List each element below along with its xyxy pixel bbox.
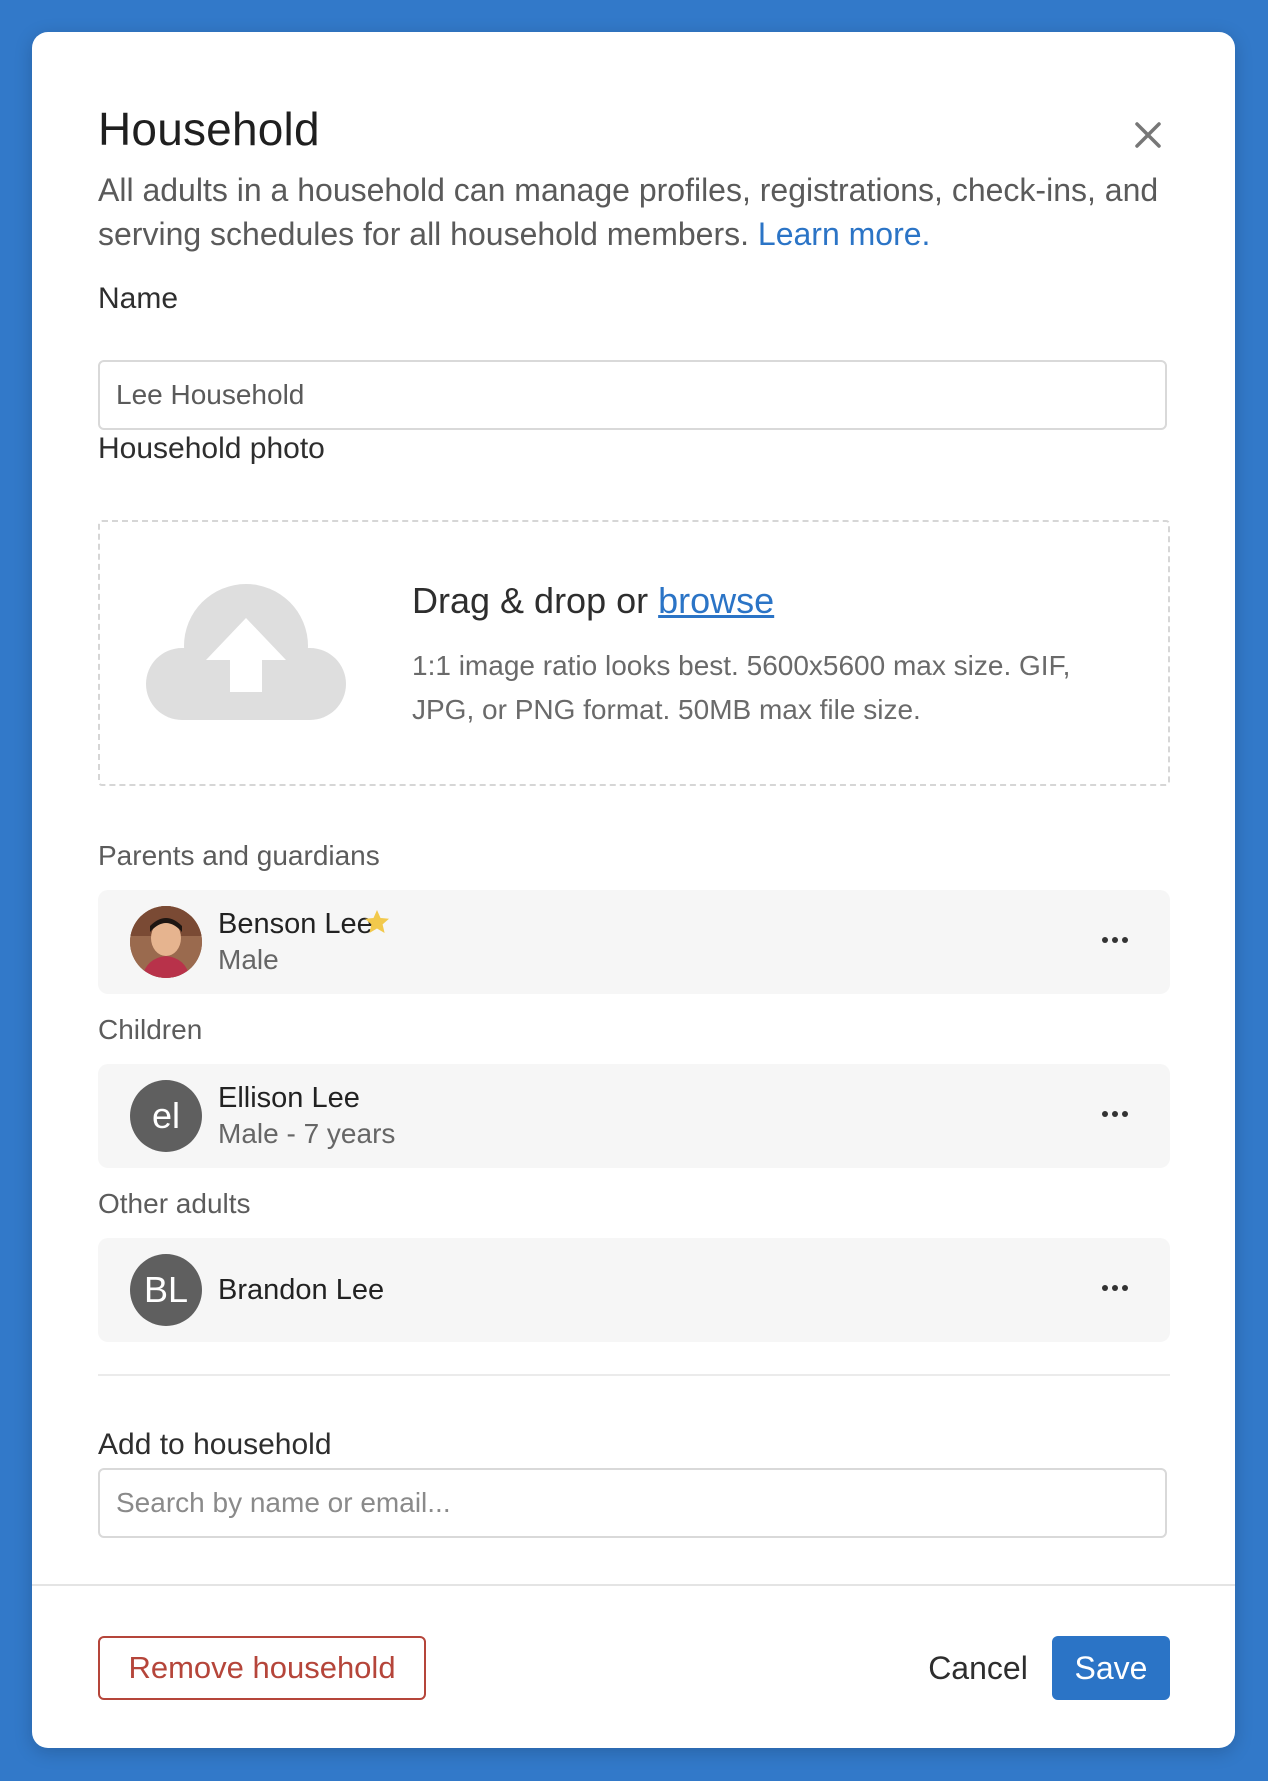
member-name: Brandon Lee (218, 1274, 385, 1306)
member-details: Male (218, 944, 279, 975)
children-label: Children (98, 1014, 203, 1045)
more-options-icon[interactable] (1100, 928, 1130, 952)
section-divider (98, 1374, 1170, 1376)
modal-description: All adults in a household can manage pro… (98, 168, 1178, 256)
close-icon[interactable] (1131, 118, 1165, 152)
photo-label: Household photo (98, 432, 325, 465)
member-row[interactable]: BL Brandon Lee (98, 1238, 1170, 1342)
household-modal: Household All adults in a household can … (32, 32, 1235, 1748)
name-label: Name (98, 282, 179, 315)
name-input[interactable] (98, 360, 1167, 430)
modal-title: Household (98, 103, 320, 155)
member-row[interactable]: Benson Lee Male (98, 890, 1170, 994)
avatar (130, 906, 202, 978)
add-to-household-label: Add to household (98, 1428, 332, 1461)
avatar: el (130, 1080, 202, 1152)
household-search-input[interactable] (98, 1468, 1167, 1538)
photo-dropzone[interactable]: Drag & drop or browse 1:1 image ratio lo… (98, 520, 1170, 786)
avatar: BL (130, 1254, 202, 1326)
more-options-icon[interactable] (1100, 1276, 1130, 1300)
member-name: Benson Lee (218, 908, 373, 940)
description-text: All adults in a household can manage pro… (98, 172, 1159, 252)
dropzone-title: Drag & drop or browse (412, 580, 774, 622)
remove-household-button[interactable]: Remove household (98, 1636, 426, 1700)
star-icon (365, 910, 389, 933)
learn-more-link[interactable]: Learn more. (758, 216, 931, 252)
drag-drop-text: Drag & drop or (412, 580, 649, 621)
member-row[interactable]: el Ellison Lee Male - 7 years (98, 1064, 1170, 1168)
save-button[interactable]: Save (1052, 1636, 1170, 1700)
member-details: Male - 7 years (218, 1118, 396, 1149)
upload-cloud-icon (146, 584, 346, 720)
other-adults-label: Other adults (98, 1188, 251, 1219)
member-name: Ellison Lee (218, 1082, 360, 1114)
footer-divider (32, 1584, 1235, 1586)
cancel-button[interactable]: Cancel (908, 1636, 1048, 1700)
more-options-icon[interactable] (1100, 1102, 1130, 1126)
parents-label: Parents and guardians (98, 840, 380, 871)
browse-link[interactable]: browse (658, 580, 774, 621)
dropzone-help: 1:1 image ratio looks best. 5600x5600 ma… (412, 650, 1071, 725)
